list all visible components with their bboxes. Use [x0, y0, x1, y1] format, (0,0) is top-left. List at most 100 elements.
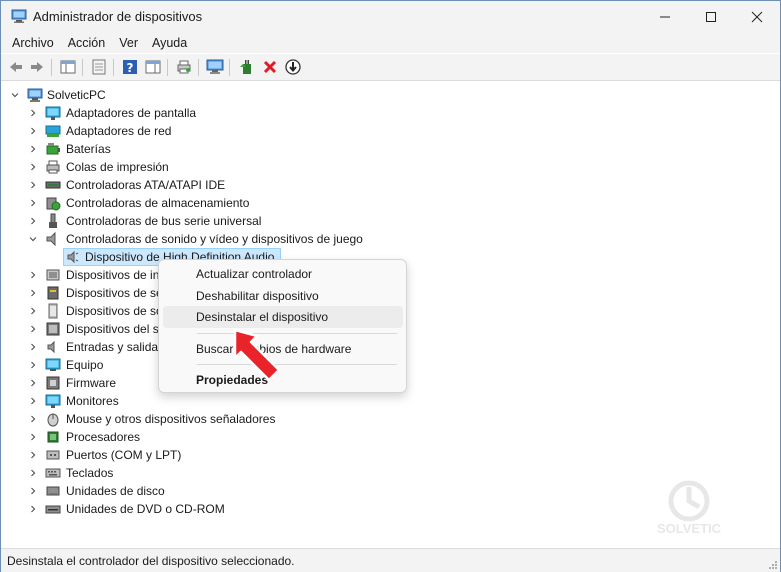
expand-chevron-icon[interactable]	[28, 360, 38, 370]
disk-icon	[46, 486, 60, 496]
expand-chevron-icon[interactable]	[28, 144, 38, 154]
battery-icon	[46, 143, 60, 155]
menu-accion[interactable]: Acción	[61, 36, 113, 50]
help-icon[interactable]: ?	[121, 58, 139, 76]
expand-chevron-icon[interactable]	[28, 234, 38, 244]
keyboard-icon	[45, 468, 61, 478]
tree-item-controladoras-de-bus-serie-universal[interactable]: Controladoras de bus serie universal	[66, 214, 261, 228]
display-icon	[45, 106, 61, 120]
window-title: Administrador de dispositivos	[33, 9, 203, 24]
expand-chevron-icon[interactable]	[28, 216, 38, 226]
tree-item-mouse-y-otros-dispositivos[interactable]: Mouse y otros dispositivos señaladores	[66, 412, 275, 426]
expand-chevron-icon[interactable]	[28, 468, 38, 478]
tree-item-controladoras-ata-atapi-ide[interactable]: Controladoras ATA/ATAPI IDE	[66, 178, 225, 192]
tree-item-controladoras-de-sonido-y-video[interactable]: Controladoras de sonido y vídeo y dispos…	[66, 232, 363, 246]
properties-icon[interactable]	[90, 58, 108, 76]
close-icon	[751, 11, 763, 23]
expand-chevron-icon[interactable]	[28, 324, 38, 334]
tree-item-monitores[interactable]: Monitores	[66, 394, 119, 408]
back-arrow-icon[interactable]	[7, 58, 25, 76]
expand-chevron-icon[interactable]	[28, 396, 38, 406]
minimize-button[interactable]	[642, 1, 688, 33]
toolbar-separator	[229, 59, 230, 76]
firmware-icon	[46, 376, 60, 390]
tree-item-firmware[interactable]: Firmware	[66, 376, 116, 390]
cpu-icon	[47, 431, 59, 443]
computer-icon	[27, 88, 43, 102]
system-icon	[46, 322, 60, 336]
hid-icon	[46, 269, 60, 281]
forward-arrow-icon[interactable]	[28, 58, 46, 76]
toolbar-separator	[113, 59, 114, 76]
expand-chevron-icon[interactable]	[28, 198, 38, 208]
expand-chevron-icon[interactable]	[28, 270, 38, 280]
expand-chevron-icon[interactable]	[28, 342, 38, 352]
show-action-pane-icon[interactable]	[144, 58, 162, 76]
tree-item-baterias[interactable]: Baterías	[66, 142, 111, 156]
solvetic-watermark-logo: SOLVETIC	[657, 480, 722, 536]
enable-device-icon[interactable]	[284, 58, 302, 76]
tree-item-adaptadores-de-red[interactable]: Adaptadores de red	[66, 124, 171, 138]
security-icon	[47, 286, 59, 300]
expand-chevron-icon[interactable]	[28, 414, 38, 424]
maximize-icon	[706, 12, 716, 22]
tree-item-unidades-de-dvd-o-cd-rom[interactable]: Unidades de DVD o CD-ROM	[66, 502, 225, 516]
toolbar-separator	[82, 59, 83, 76]
menu-update-driver[interactable]: Actualizar controlador	[163, 263, 403, 285]
update-driver-icon[interactable]	[238, 58, 256, 76]
status-bar: Desinstala el controlador del dispositiv…	[1, 548, 780, 572]
tree-root-solveticpc[interactable]: SolveticPC	[47, 88, 106, 102]
expand-chevron-icon[interactable]	[28, 108, 38, 118]
expand-chevron-icon[interactable]	[28, 180, 38, 190]
toolbar-separator	[198, 59, 199, 76]
uninstall-device-icon[interactable]	[261, 58, 279, 76]
software-icon	[48, 303, 58, 319]
expand-chevron-icon[interactable]	[28, 450, 38, 460]
printer-icon	[46, 160, 60, 174]
tree-item-dispositivos-del-sistema[interactable]: Dispositivos del si	[66, 322, 161, 336]
speaker-icon	[46, 231, 56, 247]
expand-chevron-icon[interactable]	[28, 486, 38, 496]
expand-chevron-icon[interactable]	[28, 504, 38, 514]
tree-item-dispositivos-de-interfaz-humana[interactable]: Dispositivos de in	[66, 268, 159, 282]
maximize-button[interactable]	[688, 1, 734, 33]
usb-icon	[49, 213, 57, 228]
close-button[interactable]	[734, 1, 780, 33]
expand-chevron-icon[interactable]	[28, 162, 38, 172]
expand-chevron-icon[interactable]	[28, 306, 38, 316]
resize-grip-icon[interactable]	[768, 560, 778, 570]
device-manager-icon	[11, 9, 27, 23]
menu-uninstall-device[interactable]: Desinstalar el dispositivo	[163, 306, 403, 328]
svg-text:?: ?	[127, 61, 134, 75]
tree-item-unidades-de-disco[interactable]: Unidades de disco	[66, 484, 165, 498]
expand-chevron-icon[interactable]	[28, 126, 38, 136]
expand-root-chevron-icon[interactable]	[10, 90, 20, 100]
expand-chevron-icon[interactable]	[28, 288, 38, 298]
show-hide-console-tree-icon[interactable]	[59, 58, 77, 76]
menu-ayuda[interactable]: Ayuda	[145, 36, 194, 50]
audioIO-icon	[47, 340, 55, 354]
tree-item-procesadores[interactable]: Procesadores	[66, 430, 140, 444]
menu-ver[interactable]: Ver	[112, 36, 145, 50]
tree-item-dispositivos-de-seguridad[interactable]: Dispositivos de se	[66, 286, 163, 300]
expand-chevron-icon[interactable]	[28, 378, 38, 388]
menu-archivo[interactable]: Archivo	[5, 36, 61, 50]
tree-item-controladoras-de-almacenamiento[interactable]: Controladoras de almacenamiento	[66, 196, 249, 210]
tree-item-adaptadores-de-pantalla[interactable]: Adaptadores de pantalla	[66, 106, 196, 120]
tree-item-teclados[interactable]: Teclados	[66, 466, 113, 480]
tree-item-puertos-com-y-lpt[interactable]: Puertos (COM y LPT)	[66, 448, 181, 462]
svg-text:SOLVETIC: SOLVETIC	[657, 521, 722, 536]
print-icon[interactable]	[175, 58, 193, 76]
scan-hardware-icon[interactable]	[206, 58, 224, 76]
expand-chevron-icon[interactable]	[28, 432, 38, 442]
dvd-icon	[45, 505, 61, 514]
menu-disable-device[interactable]: Deshabilitar dispositivo	[163, 285, 403, 307]
tree-item-equipo[interactable]: Equipo	[66, 358, 103, 372]
tree-item-dispositivos-de-software[interactable]: Dispositivos de so	[66, 304, 163, 318]
tree-item-entradas-y-salidas-de-audio[interactable]: Entradas y salidas	[66, 340, 164, 354]
tree-item-colas-de-impresion[interactable]: Colas de impresión	[66, 160, 169, 174]
port-icon	[46, 450, 60, 460]
toolbar: ?	[1, 54, 780, 81]
network-icon	[45, 125, 61, 137]
ide-icon	[45, 181, 61, 189]
